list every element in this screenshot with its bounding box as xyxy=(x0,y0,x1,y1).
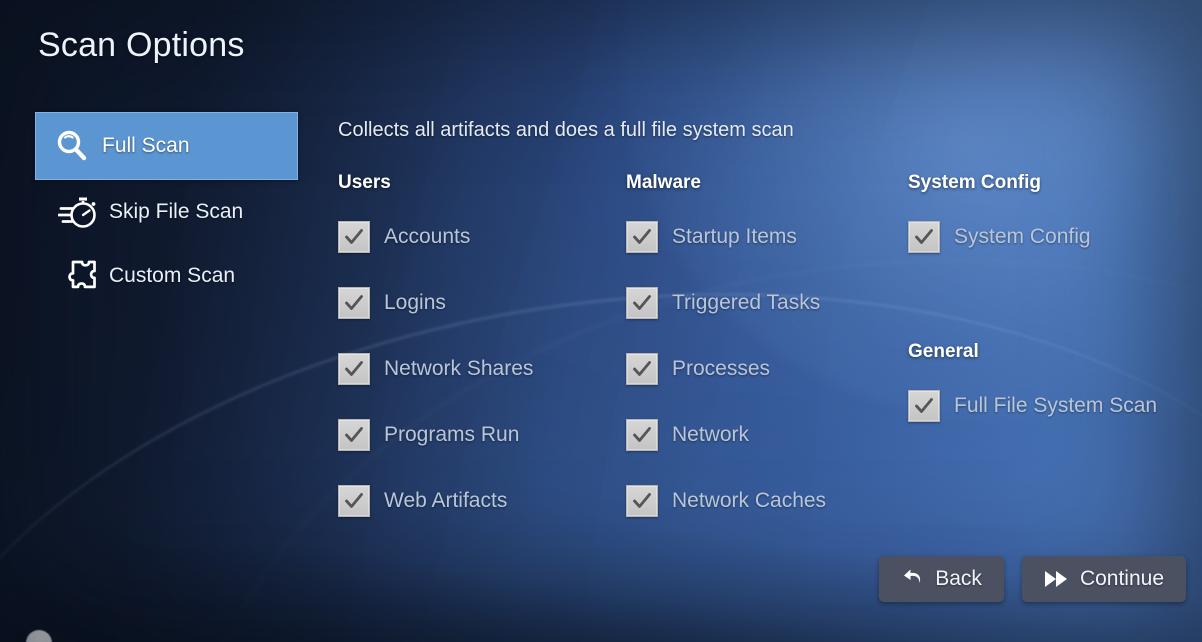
group-title-system-config: System Config xyxy=(908,172,1042,193)
checkbox-label: Programs Run xyxy=(384,423,520,446)
group-title-users: Users xyxy=(338,172,391,193)
column-malware: Malware Startup Items Triggered Tasks Pr… xyxy=(626,172,906,534)
checkmark-icon[interactable] xyxy=(626,353,658,385)
puzzle-piece-icon xyxy=(53,256,105,296)
checkmark-icon[interactable] xyxy=(338,485,370,517)
continue-button-label: Continue xyxy=(1079,567,1164,590)
sidebar-item-label: Skip File Scan xyxy=(109,200,244,223)
checkbox-label: Network xyxy=(672,423,750,446)
checkmark-icon[interactable] xyxy=(908,221,940,253)
checkbox-label: Startup Items xyxy=(672,225,797,248)
checkmark-icon[interactable] xyxy=(626,287,658,319)
checkmark-icon[interactable] xyxy=(338,287,370,319)
checkmark-icon[interactable] xyxy=(626,221,658,253)
scan-mode-sidebar: Full Scan Skip File Scan Custom Scan xyxy=(35,112,298,308)
sidebar-item-full-scan[interactable]: Full Scan xyxy=(35,112,298,180)
scan-options-window: Scan Options Full Scan Skip File Scan Cu… xyxy=(0,0,1202,642)
checkbox-row-processes[interactable]: Processes xyxy=(626,336,906,402)
magnifier-icon xyxy=(46,127,98,165)
checkmark-icon[interactable] xyxy=(338,419,370,451)
checkbox-row-network[interactable]: Network xyxy=(626,402,906,468)
checkbox-label: Triggered Tasks xyxy=(672,291,821,314)
back-button-label: Back xyxy=(935,567,982,590)
checkmark-icon[interactable] xyxy=(626,419,658,451)
footer-button-bar: Back Continue xyxy=(879,556,1186,602)
checkbox-label: Full File System Scan xyxy=(954,394,1158,417)
checkmark-icon[interactable] xyxy=(338,353,370,385)
checkbox-row-network-caches[interactable]: Network Caches xyxy=(626,468,906,534)
checkbox-row-full-file-system-scan[interactable]: Full File System Scan xyxy=(908,373,1202,439)
checkbox-label: Processes xyxy=(672,357,771,380)
continue-button[interactable]: Continue xyxy=(1021,556,1186,602)
stopwatch-icon xyxy=(53,192,105,232)
undo-arrow-icon xyxy=(901,567,925,591)
fast-forward-icon xyxy=(1044,569,1070,589)
checkbox-label: Network Caches xyxy=(672,489,827,512)
sidebar-item-label: Custom Scan xyxy=(109,264,236,287)
checkmark-icon[interactable] xyxy=(338,221,370,253)
checkbox-row-network-shares[interactable]: Network Shares xyxy=(338,336,623,402)
checkbox-label: Web Artifacts xyxy=(384,489,508,512)
checkbox-row-logins[interactable]: Logins xyxy=(338,270,623,336)
checkmark-icon[interactable] xyxy=(626,485,658,517)
checkbox-row-startup-items[interactable]: Startup Items xyxy=(626,204,906,270)
checkbox-row-web-artifacts[interactable]: Web Artifacts xyxy=(338,468,623,534)
checkbox-label: Logins xyxy=(384,291,446,314)
column-users: Users Accounts Logins Network Shares Pro… xyxy=(338,172,623,534)
checkbox-label: Accounts xyxy=(384,225,471,248)
checkmark-icon[interactable] xyxy=(908,390,940,422)
scan-description: Collects all artifacts and does a full f… xyxy=(338,119,794,141)
checkbox-row-accounts[interactable]: Accounts xyxy=(338,204,623,270)
sidebar-item-skip-file-scan[interactable]: Skip File Scan xyxy=(35,180,298,244)
sidebar-item-custom-scan[interactable]: Custom Scan xyxy=(35,244,298,308)
group-title-malware: Malware xyxy=(626,172,701,193)
checkbox-label: System Config xyxy=(954,225,1091,248)
checkbox-row-programs-run[interactable]: Programs Run xyxy=(338,402,623,468)
back-button[interactable]: Back xyxy=(879,556,1004,602)
checkbox-label: Network Shares xyxy=(384,357,534,380)
checkbox-row-triggered-tasks[interactable]: Triggered Tasks xyxy=(626,270,906,336)
sidebar-item-label: Full Scan xyxy=(102,134,190,157)
checkbox-row-system-config[interactable]: System Config xyxy=(908,204,1202,270)
page-title: Scan Options xyxy=(38,26,245,64)
column-system-config: System Config System Config General Full… xyxy=(908,172,1202,439)
group-title-general: General xyxy=(908,341,979,362)
